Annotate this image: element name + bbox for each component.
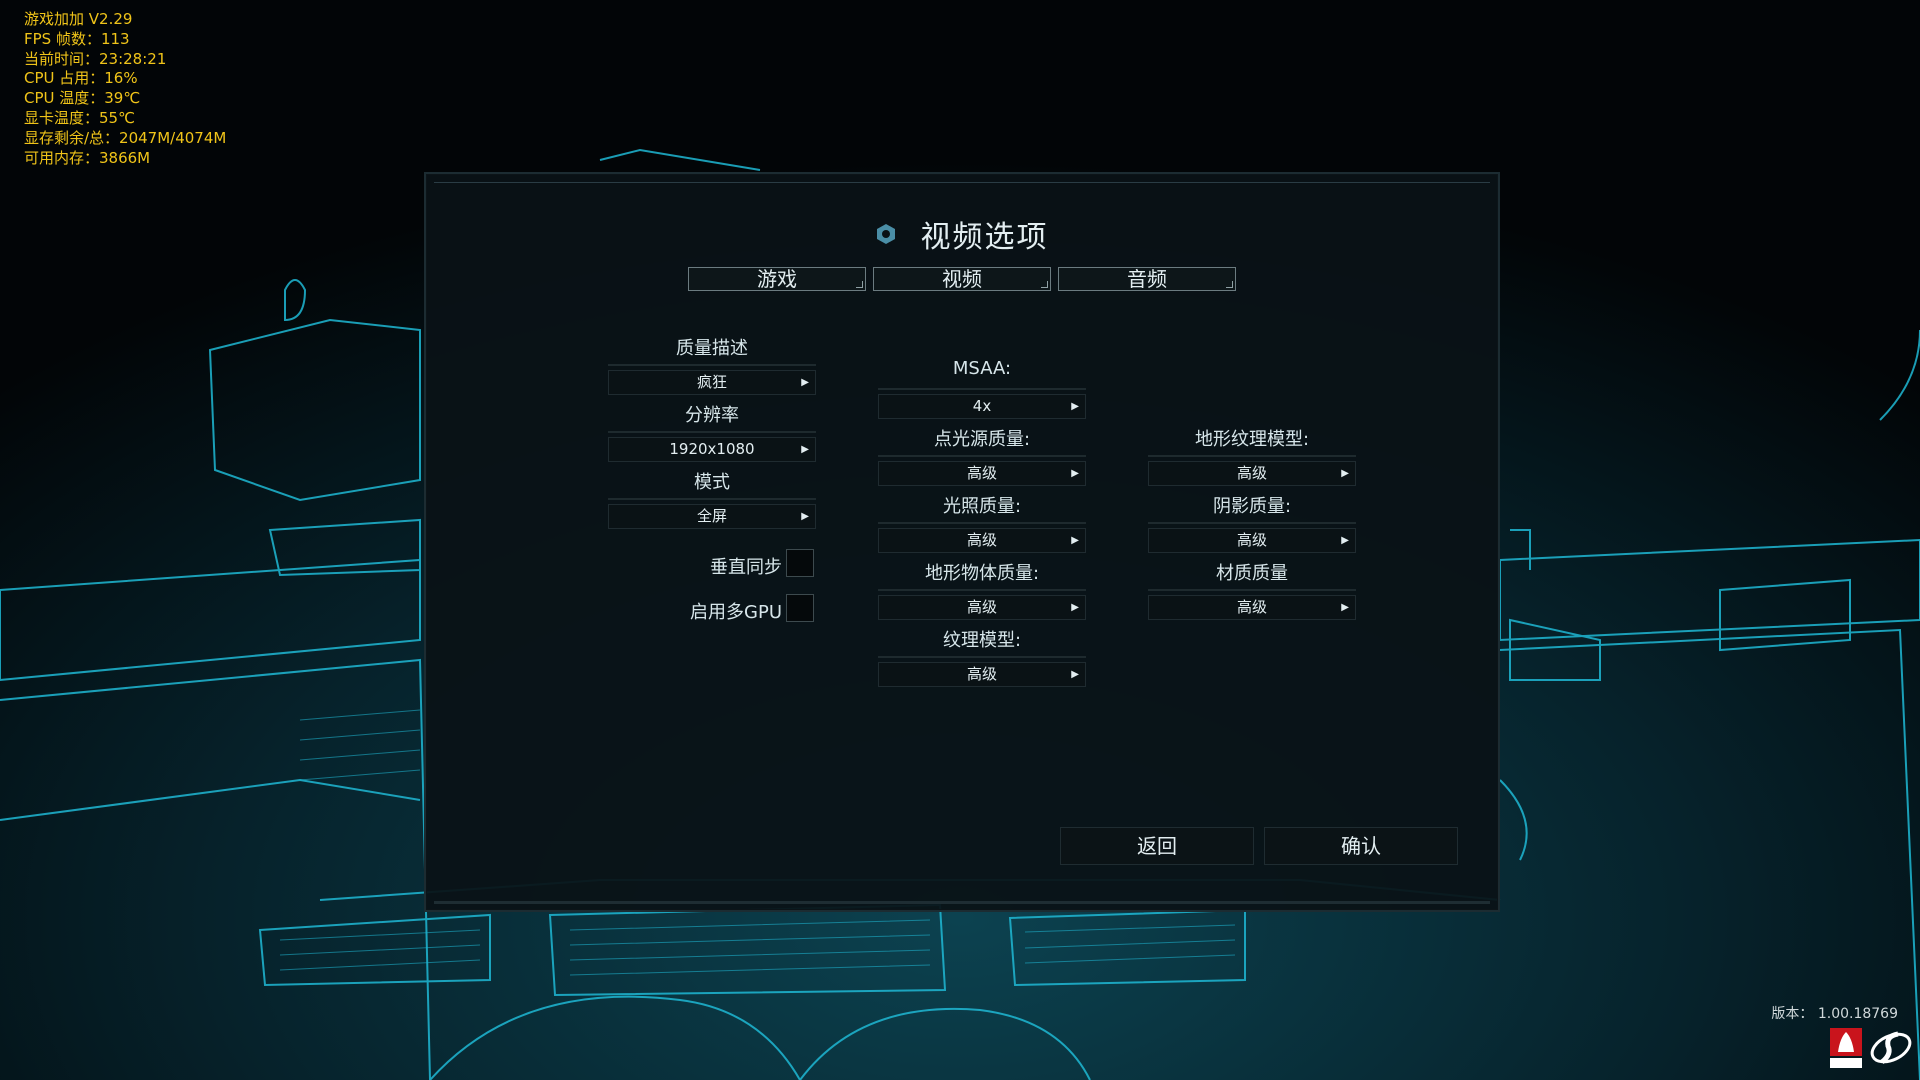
divider: [1148, 522, 1356, 524]
point-light-quality-value: 高级: [966, 464, 997, 482]
msaa-label-text: MSAA:: [952, 358, 1012, 379]
video-options-dialog: 视频选项 游戏 视频 音频 质量描述 疯狂 ▶ 分辨率 1920x1080 ▶ …: [424, 172, 1500, 912]
multi-gpu-label: 启用多GPU: [690, 602, 782, 623]
divider: [1148, 589, 1356, 591]
triangle-right-icon: ▶: [801, 377, 809, 388]
tab-game[interactable]: 游戏: [688, 267, 866, 291]
resolution-label: 分辨率: [608, 401, 816, 433]
triangle-right-icon: ▶: [1341, 468, 1349, 479]
msaa-dropdown[interactable]: 4x ▶: [878, 394, 1086, 419]
terrain-texture-value: 高级: [1236, 464, 1267, 482]
overlay-fps: FPS 帧数：113: [24, 29, 130, 48]
panel-bottom-divider: [434, 901, 1490, 904]
material-quality-dropdown[interactable]: 高级 ▶: [1148, 595, 1356, 620]
resolution-dropdown[interactable]: 1920x1080 ▶: [608, 437, 816, 462]
publisher-s-logo: [1870, 1031, 1912, 1064]
point-light-quality-dropdown[interactable]: 高级 ▶: [878, 461, 1086, 486]
triangle-right-icon: ▶: [1071, 468, 1079, 479]
triangle-right-icon: ▶: [1341, 535, 1349, 546]
overlay-memory: 可用内存：3866M: [24, 148, 151, 167]
texture-model-value: 高级: [966, 665, 997, 683]
panel-top-divider: [434, 182, 1490, 183]
divider: [878, 522, 1086, 524]
texture-model-label-text: 纹理模型:: [942, 630, 1022, 651]
dialog-header: 视频选项: [426, 212, 1498, 256]
overlay-app-version: 游戏加加 V2.29: [24, 10, 133, 28]
lighting-quality-label-text: 光照质量:: [942, 496, 1022, 517]
overlay-vram: 显存剩余/总：2047M/4074M: [24, 128, 227, 147]
display-mode-value: 全屏: [696, 507, 727, 525]
texture-model-label: 纹理模型:: [878, 626, 1086, 658]
divider: [608, 498, 816, 500]
terrain-texture-label: 地形纹理模型:: [1148, 425, 1356, 457]
back-button[interactable]: 返回: [1060, 827, 1254, 865]
resolution-label-text: 分辨率: [685, 405, 739, 426]
overlay-cpu-temp: CPU 温度：39℃: [24, 89, 141, 108]
overlay-time: 当前时间：23:28:21: [24, 49, 167, 68]
hexagon-gear-icon: [877, 224, 896, 244]
corner-mark-icon: [856, 281, 863, 288]
shadow-quality-dropdown[interactable]: 高级 ▶: [1148, 528, 1356, 553]
divider: [608, 431, 816, 433]
divider: [1148, 455, 1356, 457]
oxide-logo: [1830, 1028, 1862, 1068]
display-mode-dropdown[interactable]: 全屏 ▶: [608, 504, 816, 529]
vsync-label: 垂直同步: [710, 557, 782, 578]
point-light-quality-label-text: 点光源质量:: [933, 429, 1031, 450]
resolution-value: 1920x1080: [669, 440, 755, 458]
overlay-gpu-temp: 显卡温度：55℃: [24, 108, 135, 127]
tab-game-label: 游戏: [757, 267, 797, 291]
dialog-title: 视频选项: [920, 220, 1049, 255]
material-quality-label: 材质质量: [1148, 559, 1356, 591]
tab-audio[interactable]: 音频: [1058, 267, 1236, 291]
divider: [878, 388, 1086, 390]
material-quality-value: 高级: [1236, 598, 1267, 616]
performance-overlay: 游戏加加 V2.29 FPS 帧数：113 当前时间：23:28:21 CPU …: [24, 10, 226, 168]
terrain-texture-dropdown[interactable]: 高级 ▶: [1148, 461, 1356, 486]
triangle-right-icon: ▶: [1071, 401, 1079, 412]
lighting-quality-value: 高级: [966, 531, 997, 549]
terrain-texture-label-text: 地形纹理模型:: [1194, 429, 1310, 450]
shadow-quality-label: 阴影质量:: [1148, 492, 1356, 524]
overlay-cpu-usage: CPU 占用：16%: [24, 69, 138, 88]
display-mode-label: 模式: [608, 468, 816, 500]
tab-audio-label: 音频: [1127, 267, 1167, 291]
display-mode-label-text: 模式: [694, 472, 730, 493]
lighting-quality-dropdown[interactable]: 高级 ▶: [878, 528, 1086, 553]
material-quality-label-text: 材质质量: [1216, 563, 1288, 584]
corner-mark-icon: [1041, 281, 1048, 288]
triangle-right-icon: ▶: [1071, 535, 1079, 546]
vsync-checkbox[interactable]: [786, 549, 814, 577]
shadow-quality-value: 高级: [1236, 531, 1267, 549]
lighting-quality-label: 光照质量:: [878, 492, 1086, 524]
shadow-quality-label-text: 阴影质量:: [1212, 496, 1292, 517]
divider: [878, 589, 1086, 591]
version-label: 版本： 1.00.18769: [1771, 1006, 1898, 1022]
terrain-object-quality-dropdown[interactable]: 高级 ▶: [878, 595, 1086, 620]
triangle-right-icon: ▶: [1341, 602, 1349, 613]
triangle-right-icon: ▶: [1071, 669, 1079, 680]
quality-preset-label-text: 质量描述: [676, 338, 748, 359]
terrain-object-quality-label: 地形物体质量:: [878, 559, 1086, 591]
quality-preset-value: 疯狂: [696, 373, 727, 391]
point-light-quality-label: 点光源质量:: [878, 425, 1086, 457]
triangle-right-icon: ▶: [1071, 602, 1079, 613]
quality-preset-dropdown[interactable]: 疯狂 ▶: [608, 370, 816, 395]
multi-gpu-checkbox[interactable]: [786, 594, 814, 622]
tab-video[interactable]: 视频: [873, 267, 1051, 291]
confirm-button[interactable]: 确认: [1264, 827, 1458, 865]
msaa-value: 4x: [972, 397, 992, 415]
divider: [878, 455, 1086, 457]
divider: [608, 364, 816, 366]
triangle-right-icon: ▶: [801, 444, 809, 455]
quality-preset-label: 质量描述: [608, 334, 816, 366]
tab-video-label: 视频: [942, 267, 982, 291]
terrain-object-quality-label-text: 地形物体质量:: [924, 563, 1040, 584]
divider: [878, 656, 1086, 658]
triangle-right-icon: ▶: [801, 511, 809, 522]
corner-mark-icon: [1226, 281, 1233, 288]
texture-model-dropdown[interactable]: 高级 ▶: [878, 662, 1086, 687]
terrain-object-quality-value: 高级: [966, 598, 997, 616]
msaa-label: MSAA:: [878, 358, 1086, 390]
